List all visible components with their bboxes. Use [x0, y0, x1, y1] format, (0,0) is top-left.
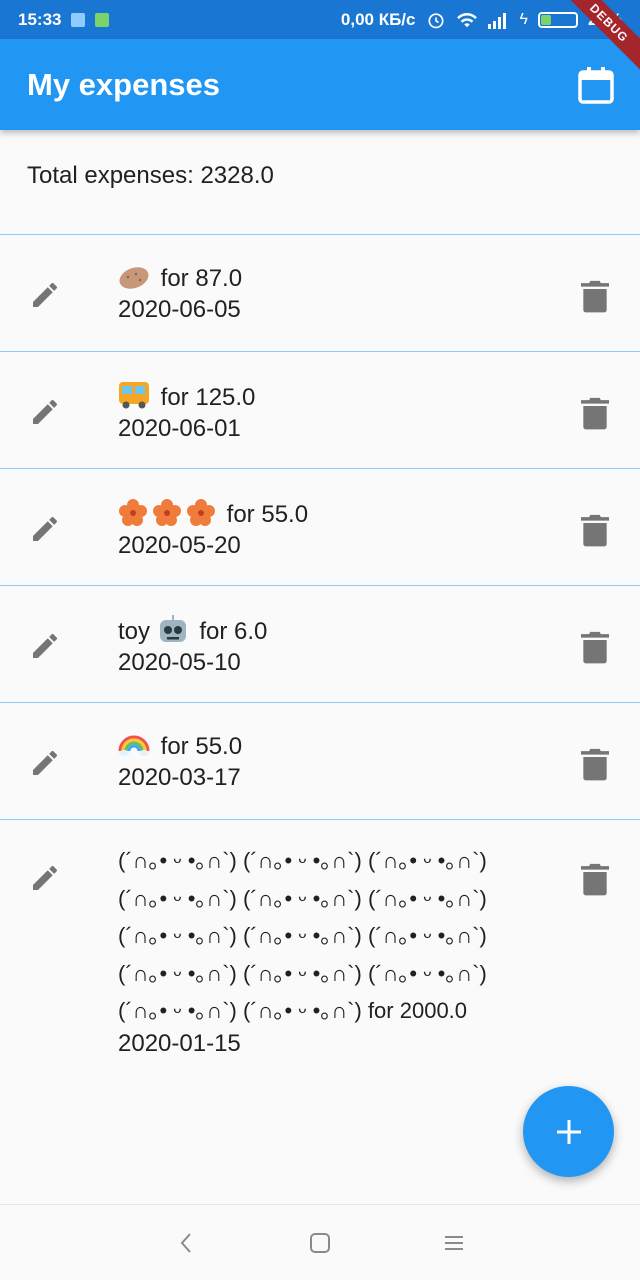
expense-row: toy for 6.0 2020-05-10: [0, 585, 640, 702]
expense-date: 2020-05-20: [118, 532, 241, 559]
android-notification-icon: [95, 12, 110, 27]
signal-icon: [487, 12, 506, 29]
calendar-icon: [578, 66, 614, 104]
pencil-icon: [33, 399, 58, 424]
total-expenses: Total expenses: 2328.0: [27, 162, 274, 189]
rainbow-icon: [118, 735, 150, 756]
expense-list: for 87.0 2020-06-05 for 125.0 2020-06-01: [0, 234, 640, 1079]
edit-button[interactable]: [0, 235, 90, 311]
app-bar: My expenses: [0, 39, 640, 130]
trash-icon: [581, 863, 609, 896]
home-icon: [310, 1232, 330, 1253]
expense-amount: for 125.0: [154, 384, 256, 411]
menu-button[interactable]: [437, 1226, 471, 1260]
edit-button[interactable]: [0, 703, 90, 779]
trash-icon: [581, 514, 609, 547]
hibiscus-icons: [119, 499, 215, 526]
expense-amount: for 55.0: [220, 501, 309, 528]
expense-row: for 87.0 2020-06-05: [0, 234, 640, 351]
status-left: 15:33: [18, 9, 110, 30]
expense-date: 2020-05-10: [118, 649, 241, 676]
expense-text: for 125.0 2020-06-01: [90, 352, 550, 444]
expense-text: for 55.0 2020-03-17: [90, 703, 550, 793]
pencil-icon: [33, 282, 58, 307]
back-icon: [180, 1232, 191, 1253]
delete-button[interactable]: [550, 586, 640, 664]
system-nav-bar: [0, 1204, 640, 1280]
wifi-icon: [456, 12, 477, 27]
pencil-icon: [33, 865, 58, 890]
expense-row: for 55.0 2020-05-20: [0, 468, 640, 585]
expense-text: toy for 6.0 2020-05-10: [90, 586, 550, 678]
back-button[interactable]: [169, 1226, 203, 1260]
expense-date: 2020-03-17: [118, 764, 241, 791]
expense-date: 2020-06-01: [118, 415, 241, 442]
expense-title-line: (´∩｡• ᵕ •｡∩`) (´∩｡• ᵕ •｡∩`) (´∩｡• ᵕ •｡∩`…: [118, 960, 487, 986]
status-right: 0,00 КБ/с ϟ 29%: [341, 10, 622, 30]
edit-button[interactable]: [0, 820, 90, 894]
page-title: My expenses: [27, 66, 220, 102]
expense-text: for 87.0 2020-06-05: [90, 235, 550, 325]
plus-icon: [556, 1119, 581, 1144]
status-time: 15:33: [18, 9, 62, 29]
expense-amount: for 87.0: [154, 265, 243, 292]
expense-row: for 125.0 2020-06-01: [0, 351, 640, 468]
edit-button[interactable]: [0, 352, 90, 428]
expense-title-line: (´∩｡• ᵕ •｡∩`) (´∩｡• ᵕ •｡∩`) (´∩｡• ᵕ •｡∩`…: [118, 885, 487, 911]
status-bar: 15:33 0,00 КБ/с ϟ 29%: [0, 0, 640, 39]
expense-title: for 55.0: [118, 731, 550, 762]
network-speed: 0,00 КБ/с: [340, 9, 416, 29]
expense-title-line: (´∩｡• ᵕ •｡∩`) (´∩｡• ᵕ •｡∩`) for 2000.0: [118, 998, 468, 1023]
expense-title: for 87.0: [118, 263, 550, 294]
robot-icon: [159, 615, 186, 642]
charging-icon: ϟ: [519, 10, 528, 28]
potato-icon: [119, 267, 149, 289]
notification-icon: [71, 12, 86, 27]
pencil-icon: [33, 633, 58, 658]
expense-amount: for 55.0: [154, 733, 243, 760]
expense-title-line: (´∩｡• ᵕ •｡∩`) (´∩｡• ᵕ •｡∩`) (´∩｡• ᵕ •｡∩`…: [118, 848, 487, 873]
expense-title-line: (´∩｡• ᵕ •｡∩`) (´∩｡• ᵕ •｡∩`) (´∩｡• ᵕ •｡∩`…: [118, 923, 487, 948]
expense-title: for 125.0: [118, 380, 550, 413]
trash-icon: [581, 631, 609, 664]
edit-button[interactable]: [0, 586, 90, 662]
menu-icon: [445, 1235, 463, 1250]
trash-icon: [581, 280, 609, 313]
delete-button[interactable]: [550, 703, 640, 781]
expense-prefix: toy: [118, 618, 157, 645]
add-expense-button[interactable]: [523, 1086, 614, 1177]
battery-icon: [537, 11, 578, 28]
delete-button[interactable]: [550, 352, 640, 430]
expense-title: toy for 6.0: [118, 614, 550, 647]
expense-date: 2020-01-15: [118, 1029, 241, 1057]
expense-text: for 55.0 2020-05-20: [90, 469, 550, 561]
battery-level: [540, 14, 551, 25]
expense-row: (´∩｡• ᵕ •｡∩`) (´∩｡• ᵕ •｡∩`) (´∩｡• ᵕ •｡∩`…: [0, 819, 640, 1079]
expense-text: (´∩｡• ᵕ •｡∩`) (´∩｡• ᵕ •｡∩`) (´∩｡• ᵕ •｡∩`…: [90, 820, 550, 1058]
expense-date: 2020-06-05: [118, 296, 241, 323]
expense-amount: for 6.0: [192, 618, 268, 645]
edit-button[interactable]: [0, 469, 90, 545]
alarm-icon: [428, 12, 443, 28]
trash-icon: [581, 748, 609, 781]
bus-icon: [119, 382, 149, 409]
delete-button[interactable]: [550, 235, 640, 313]
delete-button[interactable]: [550, 469, 640, 547]
pencil-icon: [33, 516, 58, 541]
pencil-icon: [33, 750, 58, 775]
delete-button[interactable]: [550, 820, 640, 896]
expense-row: for 55.0 2020-03-17: [0, 702, 640, 819]
home-button[interactable]: [303, 1226, 337, 1260]
calendar-button[interactable]: [574, 63, 618, 107]
trash-icon: [581, 397, 609, 430]
expense-title: for 55.0: [118, 497, 550, 530]
